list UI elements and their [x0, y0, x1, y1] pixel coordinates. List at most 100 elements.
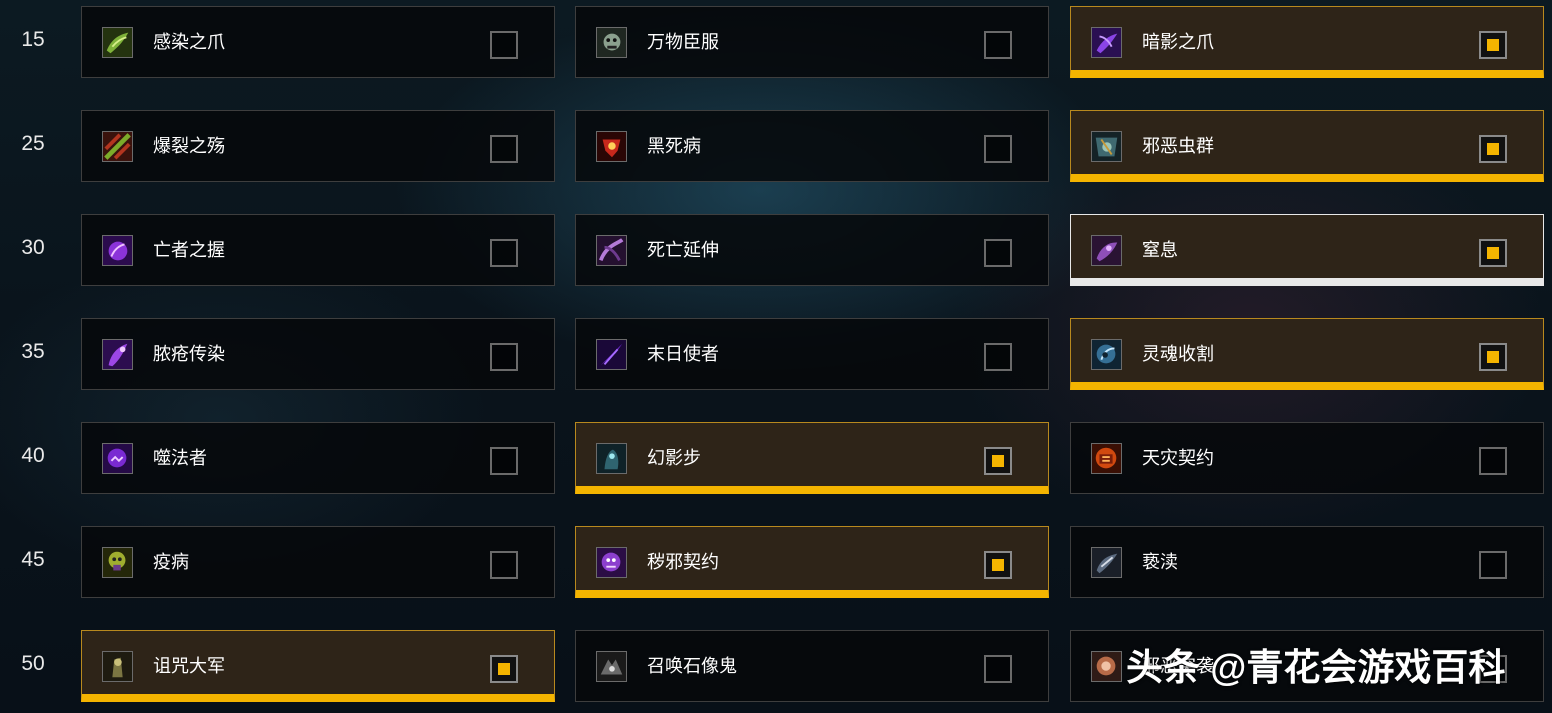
grip-of-the-dead-icon: [102, 235, 133, 266]
talent-name: 噬法者: [153, 448, 207, 468]
talent-name: 万物臣服: [647, 32, 719, 52]
talent-row: 45 疫病 秽邪契约 亵渎: [0, 520, 1552, 598]
talent-checkbox[interactable]: [490, 135, 518, 163]
row-level-label: 25: [21, 132, 45, 155]
talent-checkbox[interactable]: [984, 31, 1012, 59]
talent-checkbox[interactable]: [1479, 447, 1507, 475]
talent-name: 脓疮传染: [153, 344, 225, 364]
talent-checkbox[interactable]: [1479, 135, 1507, 163]
talent-checkbox[interactable]: [984, 655, 1012, 683]
all-will-serve-icon: [596, 27, 627, 58]
row-level-label: 40: [21, 444, 45, 467]
watermark: 头条 @青花会游戏百科: [1126, 647, 1506, 688]
talent-checkbox[interactable]: [984, 343, 1012, 371]
pestilent-pustules-icon: [102, 339, 133, 370]
talent-name: 爆裂之殇: [153, 136, 225, 156]
talent-checkbox[interactable]: [1479, 239, 1507, 267]
talent-option[interactable]: 疫病: [81, 526, 555, 598]
talent-option[interactable]: 感染之爪: [81, 6, 555, 78]
row-level-label: 30: [21, 236, 45, 259]
check-mark: [498, 663, 510, 675]
row-level-label: 50: [21, 652, 45, 675]
spell-eater-icon: [102, 443, 133, 474]
talent-checkbox[interactable]: [490, 655, 518, 683]
talent-option[interactable]: 天灾契约: [1070, 422, 1544, 494]
check-mark: [1487, 247, 1499, 259]
talent-checkbox[interactable]: [1479, 551, 1507, 579]
check-mark: [1487, 143, 1499, 155]
talent-name: 召唤石像鬼: [647, 656, 737, 676]
talent-checkbox[interactable]: [490, 239, 518, 267]
talent-name: 秽邪契约: [647, 552, 719, 572]
talent-grid: 15 感染之爪 万物臣服 暗影之爪 25 爆裂之殇 黑死病 邪恶虫群 30 亡者…: [0, 0, 1552, 713]
talent-name: 死亡延伸: [647, 240, 719, 260]
row-level-label: 15: [21, 28, 45, 51]
talent-checkbox[interactable]: [1479, 343, 1507, 371]
talent-name: 亡者之握: [153, 240, 225, 260]
death-pact-icon: [1091, 443, 1122, 474]
summon-gargoyle-icon: [596, 651, 627, 682]
talent-checkbox[interactable]: [984, 239, 1012, 267]
talent-option[interactable]: 末日使者: [575, 318, 1049, 390]
talent-row: 15 感染之爪 万物臣服 暗影之爪: [0, 0, 1552, 78]
talent-option[interactable]: 窒息: [1070, 214, 1544, 286]
row-level-label: 45: [21, 548, 45, 571]
talent-option[interactable]: 灵魂收割: [1070, 318, 1544, 390]
talent-checkbox[interactable]: [984, 447, 1012, 475]
talent-option[interactable]: 黑死病: [575, 110, 1049, 182]
talent-option[interactable]: 噬法者: [81, 422, 555, 494]
check-mark: [1487, 39, 1499, 51]
talent-checkbox[interactable]: [490, 31, 518, 59]
talent-option[interactable]: 亡者之握: [81, 214, 555, 286]
talent-name: 疫病: [153, 552, 189, 572]
clawing-shadows-icon: [1091, 27, 1122, 58]
talent-row: 35 脓疮传染 末日使者 灵魂收割: [0, 312, 1552, 390]
check-mark: [992, 559, 1004, 571]
talent-option[interactable]: 爆裂之殇: [81, 110, 555, 182]
bursting-sores-icon: [102, 131, 133, 162]
talent-option[interactable]: 邪恶虫群: [1070, 110, 1544, 182]
talent-name: 感染之爪: [153, 32, 225, 52]
talent-option[interactable]: 脓疮传染: [81, 318, 555, 390]
talent-option[interactable]: 死亡延伸: [575, 214, 1049, 286]
talent-option[interactable]: 万物臣服: [575, 6, 1049, 78]
army-of-the-damned-icon: [102, 651, 133, 682]
talent-option[interactable]: 诅咒大军: [81, 630, 555, 702]
check-mark: [1487, 351, 1499, 363]
talent-option[interactable]: 召唤石像鬼: [575, 630, 1049, 702]
ebon-fever-icon: [596, 131, 627, 162]
talent-name: 灵魂收割: [1142, 344, 1214, 364]
talent-checkbox[interactable]: [490, 343, 518, 371]
harbinger-of-doom-icon: [596, 339, 627, 370]
row-level-label: 35: [21, 340, 45, 363]
talent-name: 邪恶虫群: [1142, 136, 1214, 156]
talent-checkbox[interactable]: [984, 135, 1012, 163]
talent-checkbox[interactable]: [490, 447, 518, 475]
talent-name: 幻影步: [647, 448, 701, 468]
talent-name: 黑死病: [647, 136, 701, 156]
talent-name: 窒息: [1142, 240, 1178, 260]
unholy-blight-icon: [1091, 131, 1122, 162]
desecration-icon: [1091, 547, 1122, 578]
talent-checkbox[interactable]: [490, 551, 518, 579]
talent-option[interactable]: 秽邪契约: [575, 526, 1049, 598]
deaths-reach-icon: [596, 235, 627, 266]
asphyxiate-icon: [1091, 235, 1122, 266]
talent-row: 30 亡者之握 死亡延伸 窒息: [0, 208, 1552, 286]
infected-claws-icon: [102, 27, 133, 58]
talent-row: 40 噬法者 幻影步 天灾契约: [0, 416, 1552, 494]
talent-option[interactable]: 幻影步: [575, 422, 1049, 494]
talent-row: 25 爆裂之殇 黑死病 邪恶虫群: [0, 104, 1552, 182]
talent-name: 末日使者: [647, 344, 719, 364]
defile-icon: [596, 547, 627, 578]
talent-name: 诅咒大军: [153, 656, 225, 676]
talent-checkbox[interactable]: [984, 551, 1012, 579]
talent-name: 天灾契约: [1142, 448, 1214, 468]
check-mark: [992, 455, 1004, 467]
talent-option[interactable]: 暗影之爪: [1070, 6, 1544, 78]
talent-option[interactable]: 亵渎: [1070, 526, 1544, 598]
talent-checkbox[interactable]: [1479, 31, 1507, 59]
talent-name: 亵渎: [1142, 552, 1178, 572]
talent-name: 暗影之爪: [1142, 32, 1214, 52]
soul-reaper-icon: [1091, 339, 1122, 370]
